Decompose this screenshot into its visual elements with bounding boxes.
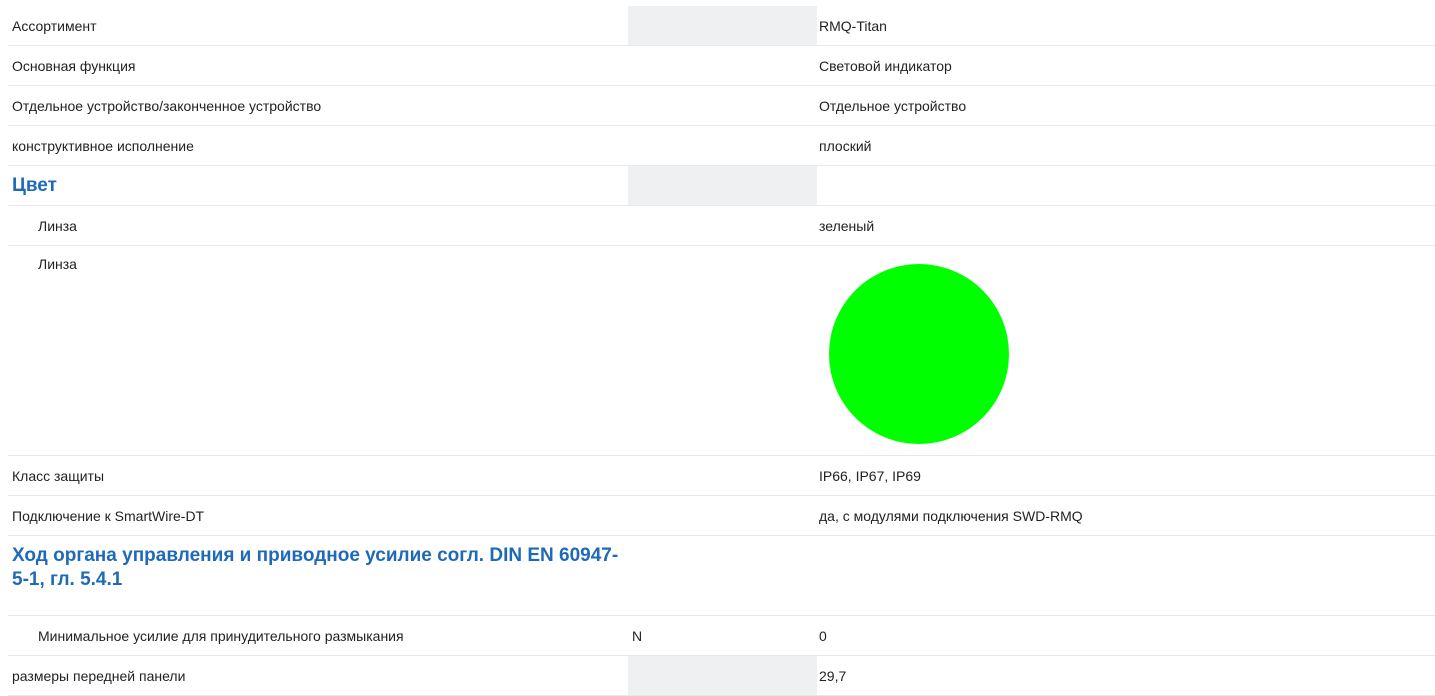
row-value: зеленый (819, 217, 875, 234)
row-unit (628, 246, 741, 455)
row-label: Класс защиты (12, 467, 105, 484)
row-unit (628, 206, 741, 245)
row-label: Ассортимент (12, 17, 97, 34)
row-value: Отдельное устройство (819, 97, 967, 114)
row-unit (628, 536, 741, 615)
table-row: Линза зеленый (8, 206, 1435, 246)
row-label: Минимальное усилие для принудительного р… (38, 627, 404, 644)
row-spacer (741, 206, 817, 245)
row-spacer (741, 166, 817, 205)
row-unit: N (628, 616, 741, 655)
section-title-actuation: Ход органа управления и приводное усилие… (12, 545, 619, 590)
spec-table: Ассортимент RMQ-Titan Основная функция С… (8, 6, 1435, 696)
table-row: Линза (8, 246, 1435, 456)
section-title-color: Цвет (12, 174, 57, 196)
table-row: конструктивное исполнение плоский (8, 126, 1435, 166)
table-row: Минимальное усилие для принудительного р… (8, 616, 1435, 656)
row-value (817, 246, 1435, 455)
row-unit (628, 46, 741, 85)
row-label: Отдельное устройство/законченное устройс… (12, 97, 322, 114)
row-value: 0 (819, 627, 827, 644)
row-label: Подключение к SmartWire-DT (12, 507, 205, 524)
row-value: да, с модулями подключения SWD-RMQ (819, 507, 1083, 524)
row-unit (628, 126, 741, 165)
row-value: Световой индикатор (819, 57, 952, 74)
row-spacer (741, 126, 817, 165)
row-spacer (741, 6, 817, 45)
row-unit (628, 656, 741, 695)
row-unit (628, 496, 741, 535)
row-spacer (741, 86, 817, 125)
row-unit (628, 166, 741, 205)
table-row: Отдельное устройство/законченное устройс… (8, 86, 1435, 126)
row-spacer (741, 46, 817, 85)
row-label: размеры передней панели (12, 667, 186, 684)
row-spacer (741, 656, 817, 695)
row-label: Линза (38, 217, 77, 234)
table-row: Класс защиты IP66, IP67, IP69 (8, 456, 1435, 496)
row-unit (628, 86, 741, 125)
row-value (817, 166, 1435, 205)
table-row: размеры передней панели 29,7 (8, 656, 1435, 696)
table-row: Основная функция Световой индикатор (8, 46, 1435, 86)
table-row: Ассортимент RMQ-Titan (8, 6, 1435, 46)
row-spacer (741, 456, 817, 495)
lens-color-swatch (829, 264, 1009, 444)
section-row: Ход органа управления и приводное усилие… (8, 536, 1435, 616)
row-spacer (741, 496, 817, 535)
row-value (817, 536, 1435, 615)
row-label: Линза (38, 256, 77, 272)
row-label: Основная функция (12, 57, 136, 74)
row-spacer (741, 536, 817, 615)
row-spacer (741, 246, 817, 455)
row-value: IP66, IP67, IP69 (819, 467, 921, 484)
row-value: RMQ-Titan (819, 17, 887, 34)
table-row: Подключение к SmartWire-DT да, с модулям… (8, 496, 1435, 536)
row-value: 29,7 (819, 667, 847, 684)
section-row: Цвет (8, 166, 1435, 206)
row-spacer (741, 616, 817, 655)
row-value: плоский (819, 137, 872, 154)
row-unit (628, 6, 741, 45)
row-unit (628, 456, 741, 495)
row-label: конструктивное исполнение (12, 137, 194, 154)
